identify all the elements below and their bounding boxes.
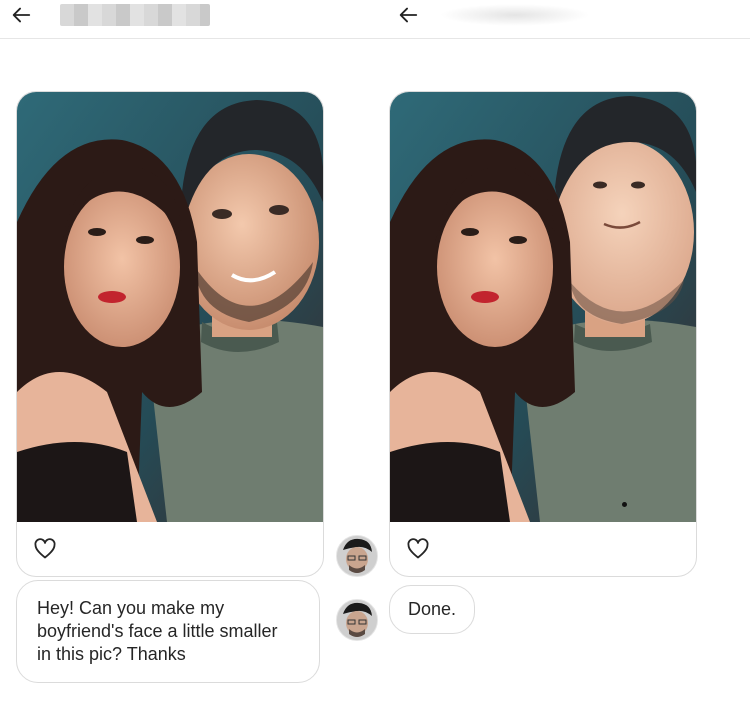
heart-outline-icon[interactable]: [406, 537, 430, 561]
arrow-left-icon: [12, 7, 31, 23]
arrow-left-icon: [399, 7, 418, 23]
reply-message-text: Done.: [408, 599, 457, 619]
avatar[interactable]: [336, 535, 378, 577]
edited-couple-selfie-photo[interactable]: [390, 92, 696, 522]
right-post-like-row: [390, 522, 696, 576]
left-post-like-row: [17, 522, 323, 576]
reply-message-bubble[interactable]: Done.: [389, 585, 476, 634]
avatar[interactable]: [336, 599, 378, 641]
dot-marker: [622, 502, 627, 507]
heart-outline-icon[interactable]: [33, 537, 57, 561]
blurred-username-left: [60, 4, 210, 26]
couple-selfie-photo[interactable]: [17, 92, 323, 522]
header-divider: [0, 38, 750, 39]
blurred-username-right: [440, 4, 590, 26]
back-button-left[interactable]: [6, 0, 36, 30]
request-message-bubble[interactable]: Hey! Can you make my boyfriend's face a …: [16, 580, 320, 683]
request-message-text: Hey! Can you make my boyfriend's face a …: [37, 598, 278, 664]
right-post-card[interactable]: [389, 91, 697, 577]
left-post-card[interactable]: [16, 91, 324, 577]
back-button-right[interactable]: [393, 0, 423, 30]
